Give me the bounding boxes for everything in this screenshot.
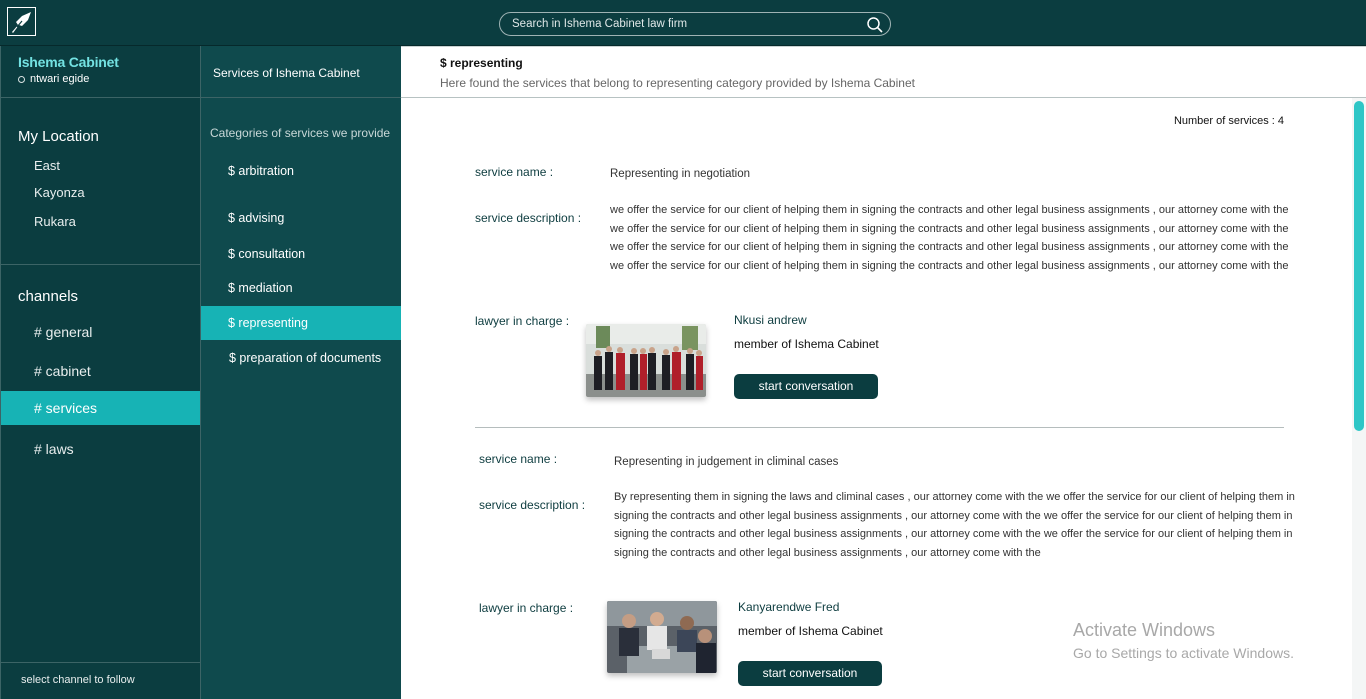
sidebar: Ishema Cabinet ntwari egide My Location … [0, 46, 201, 699]
sidebar-divider [1, 264, 201, 265]
user-name: ntwari egide [30, 73, 90, 85]
sidebar-footer-hint: select channel to follow [1, 662, 201, 699]
service-description-value: By representing them in signing the laws… [614, 491, 1295, 559]
location-section-title: My Location [18, 128, 99, 145]
workspace-header[interactable]: Ishema Cabinet ntwari egide [1, 46, 201, 98]
service-divider [475, 427, 1284, 428]
lawyer-name: Kanyarendwe Fred [738, 600, 840, 614]
categories-subtitle: Categories of services we provide [210, 126, 391, 140]
lawyer-role: member of Ishema Cabinet [734, 337, 879, 351]
channel-item-cabinet[interactable]: # cabinet [1, 354, 200, 388]
services-count: Number of services : 4 [1173, 115, 1284, 127]
search-icon[interactable] [866, 16, 884, 34]
service-description-value: we offer the service for our client of h… [610, 204, 1289, 272]
service-name-label: service name : [479, 452, 558, 466]
categories-header: Services of Ishema Cabinet [201, 46, 401, 98]
start-conversation-button[interactable]: start conversation [738, 661, 882, 686]
content-scrollbar[interactable] [1352, 98, 1366, 699]
channel-item-general[interactable]: # general [1, 315, 200, 349]
lawyer-name: Nkusi andrew [734, 313, 807, 327]
search-input[interactable] [512, 16, 862, 32]
start-conversation-button[interactable]: start conversation [734, 374, 878, 399]
page-description: Here found the services that belong to r… [440, 76, 915, 90]
service-description-label: service description : [475, 211, 582, 225]
service-name-label: service name : [475, 165, 554, 179]
main-header: $ representing Here found the services t… [401, 46, 1366, 98]
windows-activation-title: Activate Windows [1073, 620, 1216, 640]
services-content: Number of services : 4 service name : Re… [401, 98, 1351, 699]
channels-section-title: channels [18, 288, 79, 305]
category-item-advising[interactable]: $ advising [201, 201, 401, 235]
page-title: $ representing [440, 56, 523, 70]
category-item-consultation[interactable]: $ consultation [201, 237, 401, 271]
lawyer-in-charge-label: lawyer in charge : [479, 601, 574, 615]
status-dot-icon [18, 75, 25, 83]
workspace-name: Ishema Cabinet [18, 54, 119, 70]
channel-item-laws[interactable]: # laws [1, 432, 200, 466]
service-description-label: service description : [479, 498, 586, 512]
location-item-kayonza[interactable]: Kayonza [34, 185, 85, 200]
location-item-east[interactable]: East [34, 158, 60, 173]
scrollbar-thumb[interactable] [1354, 101, 1364, 431]
category-item-mediation[interactable]: $ mediation [201, 271, 401, 305]
app-logo-icon[interactable] [7, 7, 36, 36]
category-item-preparation-of-documents[interactable]: $ preparation of documents [201, 341, 401, 375]
search-bar[interactable] [499, 12, 891, 36]
lawyer-in-charge-label: lawyer in charge : [475, 314, 570, 328]
location-item-rukara[interactable]: Rukara [34, 214, 76, 229]
top-bar [0, 0, 1366, 46]
current-user: ntwari egide [18, 73, 89, 85]
windows-activation-subtitle: Go to Settings to activate Windows. [1073, 645, 1294, 661]
lawyer-photo [586, 324, 706, 397]
lawyer-photo [607, 601, 717, 673]
service-name-value: Representing in judgement in climinal ca… [614, 456, 839, 468]
service-name-value: Representing in negotiation [610, 168, 751, 180]
category-item-representing[interactable]: $ representing [201, 306, 401, 340]
lawyer-role: member of Ishema Cabinet [738, 624, 883, 638]
categories-panel: Services of Ishema Cabinet Categories of… [201, 46, 401, 699]
channel-item-services[interactable]: # services [1, 391, 200, 425]
category-item-arbitration[interactable]: $ arbitration [201, 154, 401, 188]
